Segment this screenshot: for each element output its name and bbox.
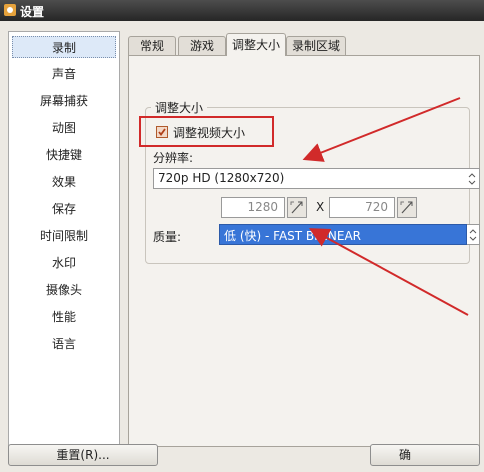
sidebar-item-webcam[interactable]: 摄像头	[12, 279, 116, 301]
window-title: 设置	[20, 5, 45, 19]
sidebar-item-effects[interactable]: 效果	[12, 171, 116, 193]
quality-select[interactable]: 低 (快) - FAST BILINEAR	[219, 224, 467, 245]
settings-window: 录制 声音 屏幕捕获 动图 快捷键 效果 保存 时间限制 水印 摄像头 性能 语…	[0, 21, 484, 472]
spinner-arrows-icon	[468, 228, 478, 242]
height-adjust-icon[interactable]	[397, 197, 417, 218]
times-label: X	[316, 200, 325, 214]
group-title: 调整大小	[151, 99, 208, 116]
quality-value: 低 (快) - FAST BILINEAR	[224, 229, 362, 243]
title-bar: 设置	[0, 0, 484, 21]
quality-label: 质量:	[153, 230, 182, 244]
sidebar-item-time-limit[interactable]: 时间限制	[12, 225, 116, 247]
app-icon	[3, 3, 17, 17]
spinner-arrows-icon	[467, 172, 477, 186]
resolution-value: 720p HD (1280x720)	[158, 171, 285, 185]
tab-general[interactable]: 常规	[128, 36, 176, 55]
sidebar-item-watermark[interactable]: 水印	[12, 252, 116, 274]
sidebar: 录制 声音 屏幕捕获 动图 快捷键 效果 保存 时间限制 水印 摄像头 性能 语…	[8, 31, 120, 451]
reset-button[interactable]: 重置(R)...	[8, 444, 158, 466]
resolution-select[interactable]: 720p HD (1280x720)	[153, 168, 480, 189]
tab-resize[interactable]: 调整大小	[226, 33, 286, 56]
tab-game[interactable]: 游戏	[178, 36, 226, 55]
sidebar-item-save[interactable]: 保存	[12, 198, 116, 220]
sidebar-item-language[interactable]: 语言	[12, 333, 116, 355]
width-input[interactable]: 1280	[221, 197, 285, 218]
tab-record-area[interactable]: 录制区域	[286, 36, 346, 55]
sidebar-item-hotkeys[interactable]: 快捷键	[12, 144, 116, 166]
sidebar-item-screen-capture[interactable]: 屏幕捕获	[12, 90, 116, 112]
ok-button[interactable]: 确	[370, 444, 480, 466]
height-input[interactable]: 720	[329, 197, 395, 218]
sidebar-item-gif[interactable]: 动图	[12, 117, 116, 139]
resolution-label: 分辨率:	[153, 151, 194, 165]
sidebar-item-sound[interactable]: 声音	[12, 63, 116, 85]
annotation-highlight-box	[139, 116, 274, 147]
quality-dropdown-button[interactable]	[467, 224, 480, 245]
tab-content-resize: 调整大小 调整视频大小 分辨率: 720p HD (1280x720) 1280…	[128, 55, 480, 447]
width-adjust-icon[interactable]	[287, 197, 307, 218]
sidebar-item-record[interactable]: 录制	[12, 36, 116, 58]
sidebar-item-performance[interactable]: 性能	[12, 306, 116, 328]
